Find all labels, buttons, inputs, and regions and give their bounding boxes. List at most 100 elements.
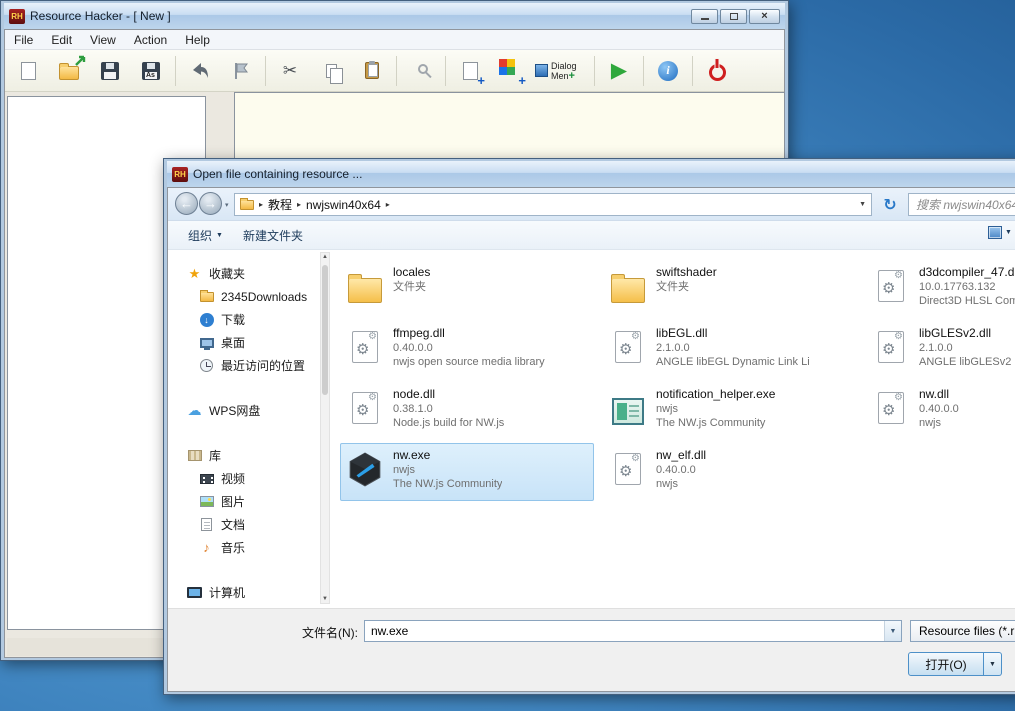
nav-history-dropdown[interactable]: ▾ bbox=[225, 201, 229, 209]
forward-arrow-icon: → bbox=[204, 196, 217, 211]
file-item-nw-dll[interactable]: ⚙⚙ nw.dll0.40.0.0nwjs bbox=[866, 382, 1015, 440]
chevron-icon[interactable]: ▸ bbox=[297, 200, 301, 209]
chevron-down-icon: ▼ bbox=[989, 661, 996, 668]
menu-edit[interactable]: Edit bbox=[42, 33, 81, 47]
sidebar-item-documents[interactable]: 文档 bbox=[168, 513, 328, 536]
plus-icon: + bbox=[518, 74, 526, 87]
menu-view[interactable]: View bbox=[81, 33, 125, 47]
file-item-ffmpeg-dll[interactable]: ⚙⚙ ffmpeg.dll0.40.0.0nwjs open source me… bbox=[340, 321, 594, 379]
dialog-titlebar[interactable]: RH Open file containing resource ... bbox=[167, 161, 1015, 187]
sidebar-scrollbar[interactable]: ▲ ▼ bbox=[320, 252, 330, 604]
breadcrumb[interactable]: ▸ 教程 ▸ nwjswin40x64 ▸ ▼ bbox=[234, 193, 872, 216]
save-as-icon: As bbox=[142, 62, 160, 80]
file-item-nw-exe[interactable]: nw.exenwjsThe NW.js Community bbox=[340, 443, 594, 501]
dialog-footer: 文件名(N): ▼ Resource files (*.r 打开(O) ▼ bbox=[168, 608, 1015, 692]
toolbar-separator bbox=[692, 56, 693, 86]
dialog-menu-button[interactable]: Dialog Men+ bbox=[533, 53, 589, 89]
sidebar-item-downloads[interactable]: ↓下载 bbox=[168, 308, 328, 331]
sidebar-item-videos[interactable]: 视频 bbox=[168, 467, 328, 490]
scrollbar-thumb[interactable] bbox=[322, 265, 328, 395]
breadcrumb-item-jiaocheng[interactable]: 教程 bbox=[268, 196, 292, 213]
exit-button[interactable] bbox=[698, 53, 736, 89]
forward-button[interactable] bbox=[222, 53, 260, 89]
app-window-icon bbox=[612, 398, 644, 425]
file-list: locales文件夹 swiftshader文件夹 ⚙⚙ d3dcompiler… bbox=[340, 260, 1015, 504]
sidebar-item-computer[interactable]: 计算机 bbox=[168, 581, 328, 604]
file-item-libegl-dll[interactable]: ⚙⚙ libEGL.dll2.1.0.0ANGLE libEGL Dynamic… bbox=[603, 321, 857, 379]
sidebar-item-recent-places[interactable]: 最近访问的位置 bbox=[168, 354, 328, 377]
plus-icon: + bbox=[477, 74, 485, 87]
save-button[interactable] bbox=[91, 53, 129, 89]
file-item-node-dll[interactable]: ⚙⚙ node.dll0.38.1.0Node.js build for NW.… bbox=[340, 382, 594, 440]
cloud-icon: ☁ bbox=[188, 402, 202, 419]
cut-button[interactable]: ✂ bbox=[271, 53, 309, 89]
back-arrow-icon: ← bbox=[180, 196, 193, 211]
sidebar-item-favorites[interactable]: ★收藏夹 bbox=[168, 262, 328, 285]
new-document-icon bbox=[21, 62, 36, 80]
menu-file[interactable]: File bbox=[5, 33, 42, 47]
picture-icon bbox=[200, 496, 214, 507]
sidebar-item-wps-cloud[interactable]: ☁WPS网盘 bbox=[168, 399, 328, 422]
video-icon bbox=[200, 474, 214, 484]
chevron-down-icon: ▼ bbox=[216, 232, 223, 239]
file-item-swiftshader[interactable]: swiftshader文件夹 bbox=[603, 260, 857, 318]
open-dropdown-button[interactable]: ▼ bbox=[984, 652, 1002, 676]
flag-icon bbox=[232, 61, 250, 81]
new-folder-button[interactable]: 新建文件夹 bbox=[235, 224, 311, 247]
dll-file-icon: ⚙⚙ bbox=[878, 392, 904, 424]
refresh-icon: ↻ bbox=[883, 195, 896, 215]
info-icon: i bbox=[658, 61, 678, 81]
sidebar-item-libraries[interactable]: 库 bbox=[168, 444, 328, 467]
file-item-libglesv2-dll[interactable]: ⚙⚙ libGLESv2.dll2.1.0.0ANGLE libGLESv2 D bbox=[866, 321, 1015, 379]
maximize-button[interactable] bbox=[720, 9, 747, 24]
menu-action[interactable]: Action bbox=[125, 33, 176, 47]
sidebar-item-pictures[interactable]: 图片 bbox=[168, 490, 328, 513]
menu-help[interactable]: Help bbox=[176, 33, 219, 47]
toolbar-separator bbox=[445, 56, 446, 86]
minimize-button[interactable] bbox=[691, 9, 718, 24]
sidebar-item-desktop[interactable]: 桌面 bbox=[168, 331, 328, 354]
filetype-dropdown[interactable]: Resource files (*.r bbox=[910, 620, 1015, 642]
new-file-button[interactable] bbox=[9, 53, 47, 89]
filename-dropdown-button[interactable]: ▼ bbox=[884, 621, 901, 641]
file-item-d3dcompiler-47-dll[interactable]: ⚙⚙ d3dcompiler_47.dll10.0.17763.132Direc… bbox=[866, 260, 1015, 318]
address-dropdown-icon[interactable]: ▼ bbox=[859, 201, 866, 208]
chevron-icon[interactable]: ▸ bbox=[386, 200, 390, 209]
find-button[interactable] bbox=[402, 53, 440, 89]
scroll-up-icon[interactable]: ▲ bbox=[321, 254, 329, 260]
paste-button[interactable] bbox=[353, 53, 391, 89]
file-item-notification-helper-exe[interactable]: notification_helper.exenwjsThe NW.js Com… bbox=[603, 382, 857, 440]
scroll-down-icon[interactable]: ▼ bbox=[321, 596, 329, 602]
sidebar-item-2345downloads[interactable]: 2345Downloads bbox=[168, 285, 328, 308]
change-view-button[interactable]: ▼ bbox=[988, 226, 1012, 239]
dll-file-icon: ⚙⚙ bbox=[615, 331, 641, 363]
save-as-button[interactable]: As bbox=[132, 53, 170, 89]
breadcrumb-item-nwjswin40x64[interactable]: nwjswin40x64 bbox=[306, 198, 381, 212]
save-icon bbox=[101, 62, 119, 80]
chevron-icon[interactable]: ▸ bbox=[259, 200, 263, 209]
add-resource-button[interactable]: + bbox=[451, 53, 489, 89]
run-button[interactable]: ▶ bbox=[600, 53, 638, 89]
nav-back-button[interactable]: ← bbox=[175, 192, 198, 215]
file-item-locales[interactable]: locales文件夹 bbox=[340, 260, 594, 318]
file-browser-area: ★收藏夹 2345Downloads ↓下载 桌面 最近访问的位置 ☁WPS网盘… bbox=[168, 250, 1015, 608]
close-button[interactable]: × bbox=[749, 9, 780, 24]
chevron-down-icon: ▼ bbox=[1005, 229, 1012, 236]
back-button[interactable] bbox=[181, 53, 219, 89]
file-item-nw-elf-dll[interactable]: ⚙⚙ nw_elf.dll0.40.0.0nwjs bbox=[603, 443, 857, 501]
sidebar-item-music[interactable]: ♪音乐 bbox=[168, 536, 328, 559]
rh-titlebar[interactable]: RH Resource Hacker - [ New ] × bbox=[4, 3, 785, 29]
open-button[interactable]: 打开(O) bbox=[908, 652, 984, 676]
copy-icon bbox=[326, 64, 337, 78]
search-input[interactable] bbox=[909, 194, 1015, 215]
add-image-resource-button[interactable]: + bbox=[492, 53, 530, 89]
organize-button[interactable]: 组织 ▼ bbox=[180, 224, 231, 247]
refresh-button[interactable]: ↻ bbox=[878, 193, 902, 216]
info-button[interactable]: i bbox=[649, 53, 687, 89]
copy-button[interactable] bbox=[312, 53, 350, 89]
filename-input[interactable] bbox=[365, 621, 884, 641]
open-file-button[interactable] bbox=[50, 53, 88, 89]
document-icon bbox=[201, 518, 212, 531]
nav-forward-button[interactable]: → bbox=[199, 192, 222, 215]
sidebar-spacer bbox=[168, 559, 328, 581]
